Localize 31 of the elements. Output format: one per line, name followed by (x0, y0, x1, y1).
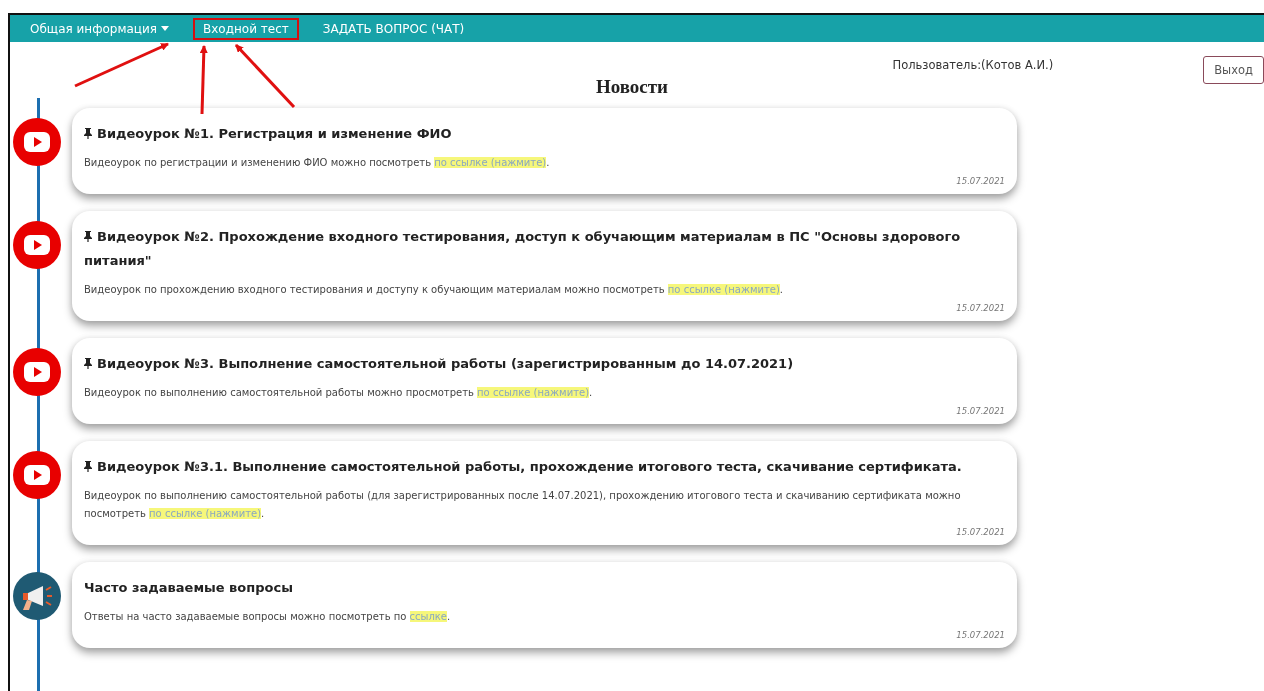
play-icon (13, 221, 61, 269)
user-name: Пользователь:(Котов А.И.) (892, 58, 1054, 72)
megaphone-icon (13, 572, 61, 620)
news-title: Видеоурок №1. Регистрация и изменение ФИО (84, 122, 1005, 146)
logout-button[interactable]: Выход (1203, 56, 1264, 84)
news-title: Видеоурок №3. Выполнение самостоятельной работы (зарегистрированным до 14.07.2021) (84, 352, 1005, 376)
news-text: Видеоурок по прохождению входного тестирования и доступу к обучающим материалам можно посмотреть по ссылке (нажмите). (84, 283, 784, 297)
nav-dropdown[interactable]: Общая информация (20, 17, 179, 40)
news-text: Видеоурок по регистрации и изменению ФИО можно посмотреть по ссылке (нажмите). (84, 156, 551, 170)
play-icon (13, 348, 61, 396)
play-icon (13, 451, 61, 499)
annotation-arrow (234, 43, 296, 109)
news-date: 15.07.2021 (955, 527, 1005, 537)
news-date: 15.07.2021 (955, 630, 1005, 640)
nav-link[interactable]: Входной тест (193, 17, 299, 40)
caret-icon (161, 26, 169, 31)
news-text: Видеоурок по выполнению самостоятельной работы можно просмотреть по ссылке (нажмите). (84, 386, 594, 400)
news-link[interactable]: по ссылке (нажмите) (667, 284, 780, 295)
news-title: Видеоурок №3.1. Выполнение самостоятельной работы, прохождение итогового теста, скачивание сертификата. (84, 455, 1005, 479)
news-text: Видеоурок по выполнению самостоятельной работы (для зарегистрированных после 14.07.2021), прохождению итогового теста и скачиванию сертификата можно посмотреть по ссылке (нажмите). (84, 489, 962, 521)
news-title: Часто задаваемые вопросы (84, 579, 294, 597)
news-date: 15.07.2021 (955, 176, 1005, 186)
news-date: 15.07.2021 (955, 406, 1005, 416)
annotation-arrow (199, 45, 208, 115)
news-link[interactable]: ссылке (409, 611, 448, 622)
page-title: Новости (594, 76, 670, 98)
news-text: Ответы на часто задаваемые вопросы можно посмотреть по ссылке. (84, 610, 452, 624)
news-date: 15.07.2021 (955, 303, 1005, 313)
news-title: Видеоурок №2. Прохождение входного тестирования, доступ к обучающим материалам в ПС "Основы здорового питания" (84, 228, 962, 270)
play-icon (13, 118, 61, 166)
nav-link[interactable]: ЗАДАТЬ ВОПРОС (ЧАТ) (312, 17, 475, 40)
